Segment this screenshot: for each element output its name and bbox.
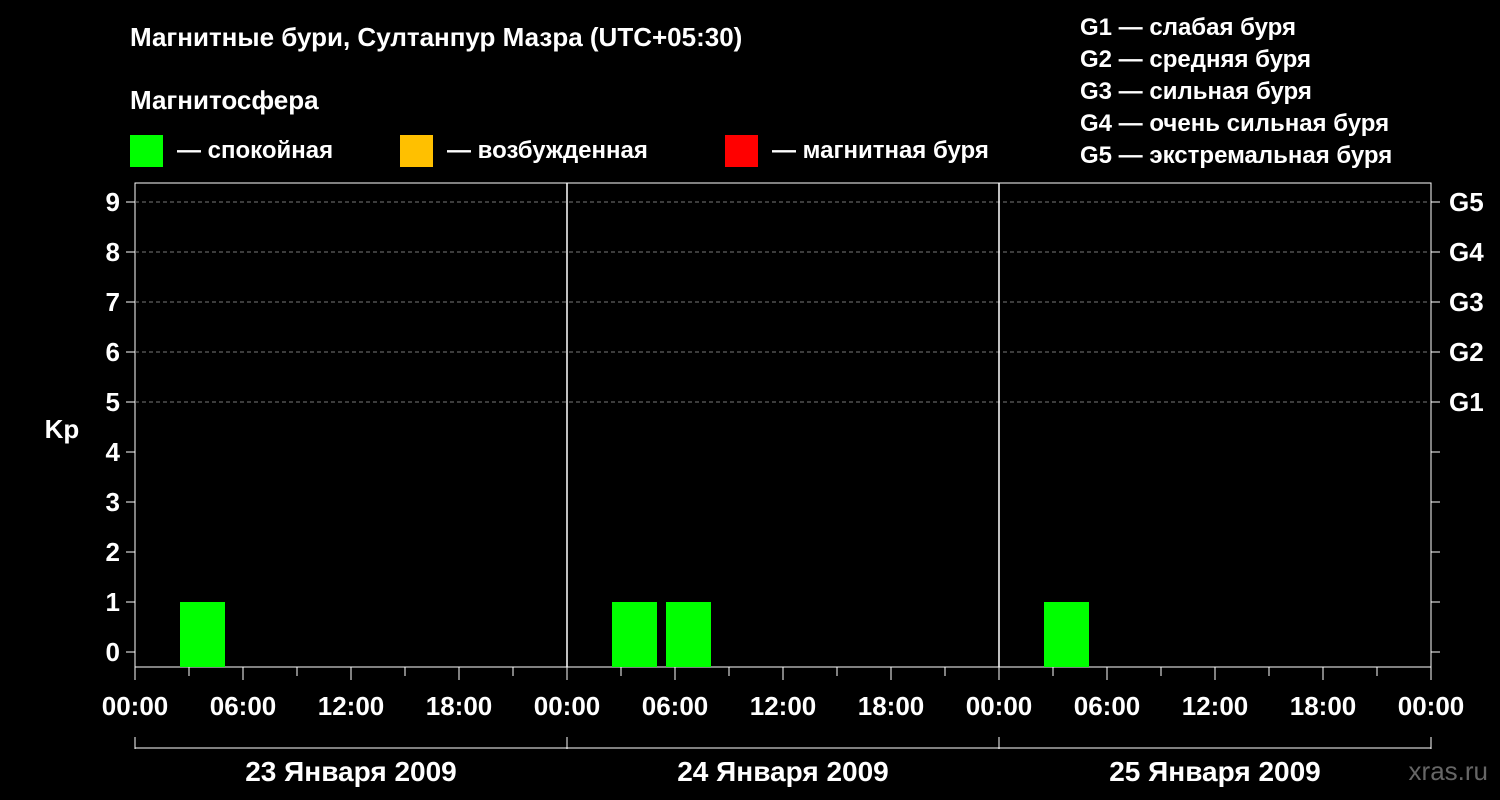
x-tick-label: 12:00 [750, 691, 817, 721]
x-tick-label: 06:00 [642, 691, 709, 721]
x-tick-label: 18:00 [1290, 691, 1357, 721]
y-tick-label: 5 [106, 387, 120, 417]
y-tick-label: 7 [106, 287, 120, 317]
day-label: 25 Января 2009 [1109, 756, 1321, 787]
y-tick-label: 3 [106, 487, 120, 517]
x-tick-label: 18:00 [858, 691, 925, 721]
g-level-label: G4 [1449, 237, 1484, 267]
kp-bar [666, 602, 711, 667]
g-level-label: G2 [1449, 337, 1484, 367]
x-tick-label: 00:00 [966, 691, 1033, 721]
y-tick-label: 8 [106, 237, 120, 267]
y-axis-label: Kp [45, 414, 80, 444]
y-tick-label: 9 [106, 187, 120, 217]
kp-bar [1044, 602, 1089, 667]
y-tick-label: 1 [106, 587, 120, 617]
x-tick-label: 06:00 [210, 691, 277, 721]
day-label: 24 Января 2009 [677, 756, 889, 787]
day-label: 23 Января 2009 [245, 756, 457, 787]
y-tick-label: 0 [106, 637, 120, 667]
x-tick-label: 00:00 [102, 691, 169, 721]
y-tick-label: 2 [106, 537, 120, 567]
x-tick-label: 00:00 [1398, 691, 1465, 721]
g-level-label: G3 [1449, 287, 1484, 317]
x-tick-label: 12:00 [1182, 691, 1249, 721]
x-tick-label: 18:00 [426, 691, 493, 721]
y-tick-label: 4 [106, 437, 121, 467]
plot-frame [134, 182, 1432, 668]
g-level-label: G5 [1449, 187, 1484, 217]
x-tick-label: 00:00 [534, 691, 601, 721]
x-tick-label: 12:00 [318, 691, 385, 721]
x-tick-label: 06:00 [1074, 691, 1141, 721]
kp-bar [612, 602, 657, 667]
kp-bar [180, 602, 225, 667]
g-level-label: G1 [1449, 387, 1484, 417]
kp-chart: 0 1 2 3 4 5 6 7 8 9 G1 G2 G3 G4 G5 Kp 00:00 06:00 12:00 18:… [45, 182, 1484, 787]
y-tick-label: 6 [106, 337, 120, 367]
site-watermark: xras.ru [1408, 756, 1488, 786]
